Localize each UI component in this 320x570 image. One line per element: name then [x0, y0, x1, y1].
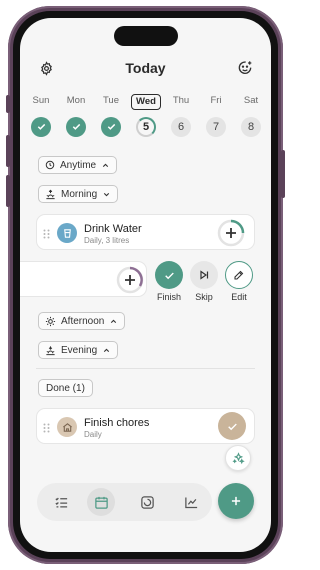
day-sun[interactable]: [26, 116, 56, 137]
sunset-icon: [46, 345, 55, 355]
today-date-badge: 5: [136, 116, 156, 137]
check-icon: [72, 123, 80, 130]
timer-icon: [140, 495, 154, 509]
habit-card-drink-water[interactable]: Drink Water Daily, 3 litres: [36, 214, 255, 250]
nav-timer[interactable]: [133, 488, 161, 516]
progress-add-button[interactable]: [217, 219, 245, 247]
side-button-action: [6, 95, 10, 113]
day-thu[interactable]: 6: [166, 116, 196, 137]
weekday-fri[interactable]: Fri: [201, 94, 231, 110]
future-date-badge: 6: [171, 116, 191, 137]
mood-button[interactable]: [235, 58, 255, 78]
nav-tasks[interactable]: [47, 488, 75, 516]
completed-day-badge: [31, 116, 51, 137]
habit-title: Drink Water: [84, 223, 142, 235]
completed-check-button[interactable]: [218, 412, 246, 440]
chevron-up-icon: [103, 348, 110, 352]
done-label: Done (1): [46, 382, 85, 394]
drag-handle-icon[interactable]: [43, 229, 50, 239]
section-toggle-evening[interactable]: Evening: [38, 341, 119, 359]
future-date-badge: 8: [241, 116, 261, 137]
calendar-icon: [94, 496, 108, 509]
weekday-row: Sun Mon Tue Wed Thu Fri Sat: [26, 94, 266, 110]
section-label: Evening: [61, 344, 98, 356]
clock-icon: [45, 160, 55, 170]
finish-action[interactable]: Finish: [154, 261, 184, 302]
weekday-tue[interactable]: Tue: [96, 94, 126, 110]
section-label: Anytime: [60, 159, 97, 171]
edit-label: Edit: [231, 292, 247, 302]
side-button-volume-up: [6, 135, 10, 167]
edit-button[interactable]: [225, 261, 253, 289]
weekday-thu[interactable]: Thu: [166, 94, 196, 110]
completed-day-badge: [101, 116, 121, 137]
edit-action[interactable]: Edit: [224, 261, 254, 302]
habit-title: Finish chores: [84, 417, 150, 429]
nav-today[interactable]: [87, 488, 115, 516]
check-icon: [37, 123, 45, 130]
drag-handle-icon[interactable]: [43, 423, 50, 433]
chevron-up-icon: [102, 163, 109, 167]
habit-card-finish-chores[interactable]: Finish chores Daily: [36, 408, 255, 444]
skip-label: Skip: [195, 292, 213, 302]
weekday-wed-selected[interactable]: Wed: [131, 94, 161, 110]
day-sat[interactable]: 8: [236, 116, 266, 137]
chevron-up-icon: [111, 319, 117, 323]
skip-button[interactable]: [190, 261, 218, 289]
completed-day-badge: [66, 116, 86, 137]
habit-card-swiped[interactable]: [20, 261, 147, 297]
sunrise-icon: [46, 189, 55, 199]
check-icon: [164, 272, 174, 279]
chevron-down-icon: [103, 192, 110, 196]
finish-button[interactable]: [155, 261, 183, 289]
bottom-nav: [37, 483, 212, 521]
section-label: Afternoon: [61, 315, 105, 327]
ai-suggest-button[interactable]: [225, 445, 251, 471]
weekday-sun[interactable]: Sun: [26, 94, 56, 110]
section-divider: [36, 368, 255, 369]
plus-icon: [231, 496, 241, 506]
weekday-mon[interactable]: Mon: [61, 94, 91, 110]
section-toggle-done[interactable]: Done (1): [38, 379, 93, 397]
edit-icon: [234, 270, 244, 280]
check-icon: [107, 123, 115, 130]
section-toggle-anytime[interactable]: Anytime: [38, 156, 118, 174]
day-wed[interactable]: 5: [131, 116, 161, 137]
habit-subtitle: Daily: [84, 430, 102, 439]
finish-label: Finish: [156, 292, 181, 302]
habit-subtitle: Daily, 3 litres: [84, 236, 130, 245]
checklist-icon: [54, 497, 67, 507]
day-status-row: 5 6 7 8: [26, 116, 266, 137]
check-icon: [227, 423, 237, 430]
section-label: Morning: [61, 188, 98, 200]
house-icon: [57, 417, 77, 437]
water-glass-icon: [57, 223, 77, 243]
trend-chart-icon: [184, 497, 197, 508]
page-title: Today: [125, 60, 166, 76]
sun-icon: [45, 316, 56, 326]
sparkles-icon: [231, 451, 245, 464]
future-date-badge: 7: [206, 116, 226, 137]
add-habit-button[interactable]: [218, 483, 254, 519]
skip-forward-icon: [200, 270, 209, 280]
side-button-volume-down: [6, 175, 10, 207]
app-header: Today: [20, 58, 271, 80]
day-mon[interactable]: [61, 116, 91, 137]
dynamic-island: [114, 26, 178, 46]
day-fri[interactable]: 7: [201, 116, 231, 137]
smiley-add-icon: [238, 61, 252, 74]
weekday-sat[interactable]: Sat: [236, 94, 266, 110]
nav-stats[interactable]: [177, 488, 205, 516]
section-toggle-afternoon[interactable]: Afternoon: [38, 312, 126, 330]
side-button-power: [281, 150, 285, 198]
skip-action[interactable]: Skip: [189, 261, 219, 302]
progress-add-button[interactable]: [116, 266, 144, 294]
day-tue[interactable]: [96, 116, 126, 137]
app-screen: Today Sun Mon Tue Wed Thu Fri Sat 5 6 7 …: [20, 18, 271, 552]
section-toggle-morning[interactable]: Morning: [38, 185, 119, 203]
